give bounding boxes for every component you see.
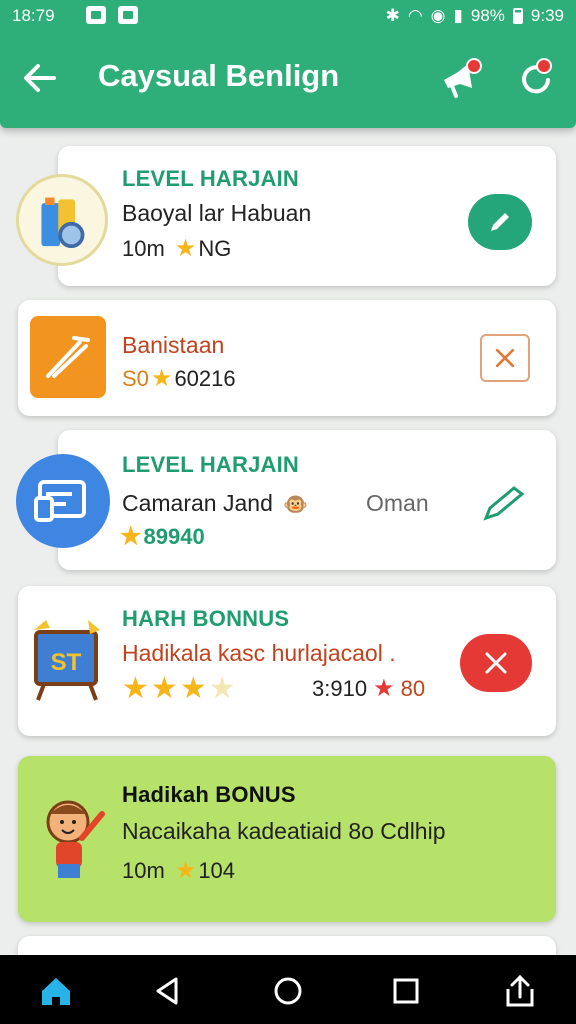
star-icon: ★: [179, 672, 207, 705]
rating-stars: ★ ★ ★ ★: [122, 674, 236, 704]
mascot-icon: [34, 794, 106, 880]
notification-dot: [466, 58, 482, 74]
level-text: S0: [122, 366, 149, 391]
star-icon: ★: [373, 675, 395, 702]
level-card[interactable]: LEVEL HARJAIN Baoyal lar Habuan 10m ★ NG: [58, 146, 556, 286]
cat-emoji-icon: 🐵: [283, 494, 309, 516]
bonus-card-highlight[interactable]: Hadikah BONUS Nacaikaha kadeatiaid 8o Cd…: [18, 756, 556, 922]
wifi-icon: ◠: [407, 6, 423, 25]
close-icon: [485, 652, 507, 674]
star-icon: ★: [174, 857, 197, 884]
edit-button[interactable]: [468, 194, 532, 250]
notification-dot: [536, 58, 552, 74]
card-scores: 3:910 ★ 80: [312, 676, 425, 702]
card-subtitle: Hadikala kasc hurlajacaol .: [122, 640, 396, 666]
card-subtitle: Banistaan: [122, 332, 225, 358]
circle-home-icon[interactable]: [268, 971, 308, 1011]
star-empty-icon: ★: [208, 672, 236, 705]
score-text: 89940: [143, 524, 205, 549]
app-header: 18:79 ✱ ◠ ◉ ▮ 98% 9:39 Caysual Benlign: [0, 0, 576, 128]
status-clock: 9:39: [530, 6, 564, 25]
card-meta: S0 ★ 60216: [122, 366, 236, 392]
dismiss-button[interactable]: [460, 634, 532, 692]
card-title: LEVEL HARJAIN: [122, 452, 299, 477]
battery-icon: [512, 8, 523, 24]
reward-text: NG: [198, 236, 232, 261]
star-icon: ★: [122, 672, 149, 705]
chat-window-icon: [16, 454, 110, 548]
refresh-button[interactable]: [514, 58, 558, 102]
card-subtitle: Camaran Jand 🐵: [122, 490, 308, 517]
pencil-icon: [491, 213, 509, 231]
status-icons: ✱ ◠ ◉ ▮ 98% 9:39: [386, 6, 564, 26]
square-recents-icon[interactable]: [386, 971, 426, 1011]
task-card[interactable]: Banistaan S0 ★ 60216: [18, 300, 556, 416]
bonus-card[interactable]: ST HARH BONNUS Hadikala kasc hurlajacaol…: [18, 586, 556, 736]
card-meta: 10m ★ 104: [122, 858, 235, 884]
edit-button[interactable]: [478, 480, 532, 528]
card-title: LEVEL HARJAIN: [122, 166, 299, 191]
bluetooth-icon: ✱: [385, 6, 400, 25]
battery-percent: 98%: [470, 6, 505, 25]
score-text: 60216: [174, 366, 236, 391]
card-meta: 10m ★ NG: [122, 236, 231, 262]
duration-text: 10m: [122, 236, 165, 261]
card-title: HARH BONNUS: [122, 606, 290, 631]
card-subtitle-text: Camaran Jand: [122, 490, 273, 516]
star-icon: ★: [120, 523, 142, 550]
close-icon: [495, 348, 515, 368]
star-icon: ★: [150, 672, 178, 705]
score-left-text: 3:910: [312, 676, 368, 701]
back-triangle-icon[interactable]: [148, 971, 188, 1011]
star-icon: ★: [174, 235, 197, 262]
easel-icon: ST: [30, 616, 104, 702]
card-meta: ★ 89940: [120, 524, 205, 550]
card-subtitle: Nacaikaha kadeatiaid 8o Cdlhip: [122, 818, 446, 844]
photo-icon: [118, 6, 138, 24]
location-text: Oman: [366, 490, 429, 516]
gallery-icon: [86, 6, 106, 24]
back-arrow-icon[interactable]: [20, 58, 60, 98]
level-card[interactable]: LEVEL HARJAIN Camaran Jand 🐵 Oman ★ 8994…: [58, 430, 556, 570]
home-icon[interactable]: [36, 971, 76, 1011]
signal-icon: ▮: [453, 6, 463, 25]
svg-text:ST: ST: [51, 649, 82, 676]
page-title: Caysual Benlign: [98, 58, 340, 93]
reward-text: 104: [198, 858, 236, 883]
cancel-button[interactable]: [480, 334, 530, 382]
duration-text: 10m: [122, 858, 165, 883]
card-subtitle: Baoyal lar Habuan: [122, 200, 312, 226]
score-right-text: 80: [400, 676, 426, 701]
pencil-icon: [483, 486, 525, 521]
announcement-button[interactable]: [438, 58, 482, 102]
alarm-icon: ◉: [430, 6, 446, 25]
tools-icon: [30, 316, 106, 398]
star-icon: ★: [150, 365, 173, 392]
suitcase-icon: [16, 174, 108, 266]
card-title: Hadikah BONUS: [122, 782, 296, 807]
bottom-nav: [0, 955, 576, 1024]
status-time: 18:79: [12, 6, 55, 25]
share-icon[interactable]: [500, 971, 540, 1011]
status-bar: 18:79 ✱ ◠ ◉ ▮ 98% 9:39: [0, 0, 576, 32]
